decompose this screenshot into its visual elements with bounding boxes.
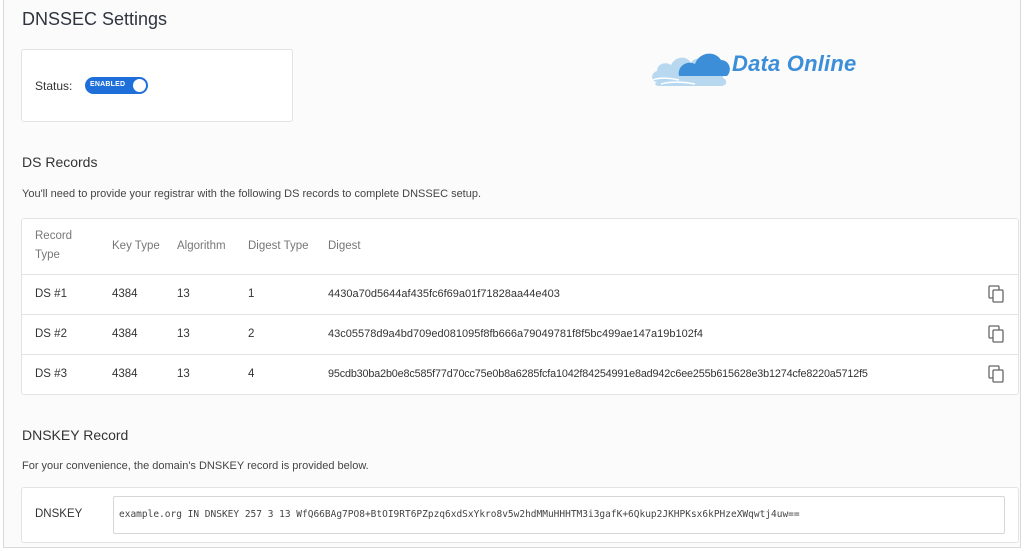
settings-panel: DNSSEC Settings Status: ENABLED Data Onl… (3, 0, 1021, 548)
digest-cell: 43c05578d9a4bd709ed081095f8fb666a7904978… (328, 328, 703, 340)
digest-cell: 4430a70d5644af435fc6f69a01f71828aa44e403 (328, 288, 560, 300)
record-type-cell: DS #2 (35, 328, 67, 340)
record-type-cell: DS #3 (35, 368, 67, 380)
dnskey-record-title: DNSKEY Record (22, 427, 129, 443)
ds-records-title: DS Records (22, 154, 98, 170)
copy-icon[interactable] (988, 285, 1004, 303)
algorithm-cell: 13 (177, 288, 190, 300)
ds-records-table: Record Type Key Type Algorithm Digest Ty… (21, 218, 1019, 395)
column-header-algorithm: Algorithm (177, 240, 226, 252)
dnskey-card: DNSKEY example.org IN DNSKEY 257 3 13 Wf… (21, 487, 1019, 543)
cloud-logo-icon (652, 53, 730, 86)
key-type-cell: 4384 (112, 288, 138, 300)
algorithm-cell: 13 (177, 368, 190, 380)
column-header-record-type: Record Type (35, 230, 73, 261)
key-type-cell: 4384 (112, 368, 138, 380)
dnskey-record-description: For your convenience, the domain's DNSKE… (22, 460, 369, 472)
dnskey-value: example.org IN DNSKEY 257 3 13 WfQ66BAg7… (119, 509, 800, 520)
dnskey-value-field[interactable]: example.org IN DNSKEY 257 3 13 WfQ66BAg7… (113, 496, 1005, 534)
copy-icon[interactable] (988, 365, 1004, 383)
column-header-digest-type: Digest Type (248, 240, 309, 252)
status-card: Status: ENABLED (21, 49, 293, 122)
toggle-knob (133, 79, 146, 92)
table-row: DS #1 4384 13 1 4430a70d5644af435fc6f69a… (22, 274, 1018, 314)
copy-icon[interactable] (988, 325, 1004, 343)
dnskey-label: DNSKEY (35, 508, 83, 520)
key-type-cell: 4384 (112, 328, 138, 340)
logo-text: Data Online (732, 51, 857, 76)
ds-records-description: You'll need to provide your registrar wi… (22, 188, 482, 200)
toggle-text: ENABLED (90, 81, 126, 88)
brand-logo: Data Online (649, 40, 879, 88)
status-label: Status: (35, 79, 73, 93)
digest-type-cell: 4 (248, 368, 255, 380)
table-row: DS #2 4384 13 2 43c05578d9a4bd709ed08109… (22, 314, 1018, 354)
column-header-digest: Digest (328, 240, 361, 252)
dnssec-toggle[interactable]: ENABLED (85, 77, 148, 94)
algorithm-cell: 13 (177, 328, 190, 340)
column-header-key-type: Key Type (112, 240, 160, 252)
page-title: DNSSEC Settings (22, 9, 168, 29)
digest-type-cell: 1 (248, 288, 255, 300)
table-row: DS #3 4384 13 4 95cdb30ba2b0e8c585f77d70… (22, 354, 1018, 394)
digest-type-cell: 2 (248, 328, 255, 340)
record-type-cell: DS #1 (35, 288, 67, 300)
digest-cell: 95cdb30ba2b0e8c585f77d70cc75e0b8a6285fcf… (328, 368, 868, 380)
